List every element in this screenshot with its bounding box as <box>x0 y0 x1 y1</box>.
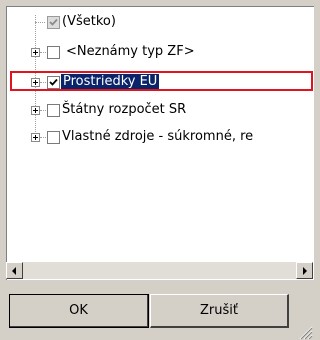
horizontal-scrollbar[interactable] <box>6 262 313 279</box>
tree-connector <box>40 137 46 138</box>
tree-item-eu-funds[interactable]: Prostriedky EU <box>7 73 314 91</box>
plus-box-icon[interactable] <box>31 78 40 87</box>
tree-item-unknown-type[interactable]: <Neznámy typ ZF> <box>7 43 314 61</box>
arrow-right-icon <box>303 267 307 275</box>
tree-item-state-budget[interactable]: Štátny rozpočet SR <box>7 101 314 119</box>
tree-item-label: Štátny rozpočet SR <box>62 102 187 117</box>
tree-connector <box>40 110 46 111</box>
ok-button[interactable]: OK <box>9 294 149 328</box>
plus-box-icon[interactable] <box>31 133 40 142</box>
scroll-right-button[interactable] <box>296 262 313 279</box>
checkbox-unknown-type[interactable] <box>47 46 60 59</box>
tree-item-label: Vlastné zdroje - súkromné, re <box>62 129 254 144</box>
scroll-left-button[interactable] <box>6 262 23 279</box>
tree-connector <box>40 82 46 83</box>
tree-connector <box>35 22 45 23</box>
checkbox-state-budget[interactable] <box>47 104 60 117</box>
tree-item-all[interactable]: (Všetko) <box>7 13 314 31</box>
cancel-button[interactable]: Zrušiť <box>150 294 289 328</box>
plus-box-icon[interactable] <box>31 48 40 57</box>
tree-item-label: <Neznámy typ ZF> <box>66 44 195 59</box>
checkbox-own-sources[interactable] <box>47 131 60 144</box>
plus-box-icon[interactable] <box>31 106 40 115</box>
checkbox-eu-funds[interactable] <box>47 76 60 89</box>
checkbox-all[interactable] <box>47 16 60 29</box>
filter-tree-list[interactable]: (Všetko) <Neznámy typ ZF> Prostriedky EU… <box>6 6 314 280</box>
tree-connector <box>40 52 46 53</box>
arrow-left-icon <box>12 267 16 275</box>
tree-item-label: Prostriedky EU <box>61 74 160 90</box>
resize-grip-icon[interactable] <box>297 324 313 340</box>
filter-dropdown-window: (Všetko) <Neznámy typ ZF> Prostriedky EU… <box>0 0 314 340</box>
tree-item-own-sources[interactable]: Vlastné zdroje - súkromné, re <box>7 128 314 146</box>
tree-item-label: (Všetko) <box>62 14 116 29</box>
